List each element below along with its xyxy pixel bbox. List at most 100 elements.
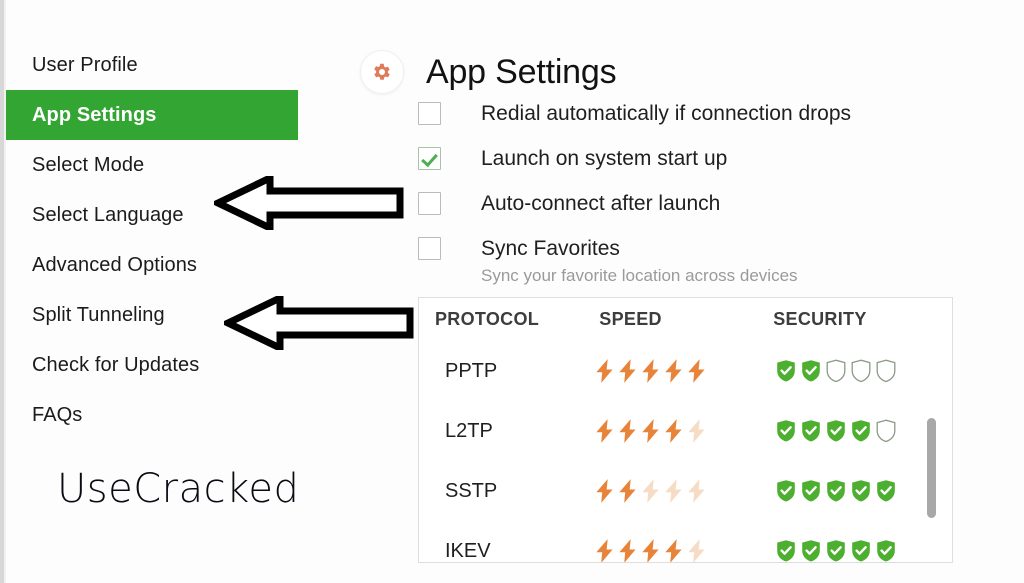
sidebar-nav: User Profile App Settings Select Mode Selec… [6,40,298,440]
checkbox-unchecked[interactable] [418,192,441,215]
speed-bolt-icon-filled [619,539,636,562]
security-shield-icon-filled [852,420,871,442]
sidebar-item-select-mode[interactable]: Select Mode [6,140,298,190]
sidebar-item-label: Advanced Options [32,253,198,276]
option-row-redial-automatically-if-connection-drops[interactable]: Redial automatically if connection drops [418,91,1018,136]
table-scrollbar-thumb[interactable] [927,418,936,518]
speed-bolt-icon-filled [665,359,682,383]
sidebar-item-label: Check for Updates [32,353,200,376]
security-shield-icon-filled [827,540,846,562]
sidebar-item-check-for-updates[interactable]: Check for Updates [6,340,298,390]
sidebar-item-label: Select Language [32,203,184,226]
checkbox-unchecked[interactable] [418,237,441,260]
app-window: User Profile App Settings Select Mode Selec… [0,0,1024,583]
cell-protocol: L2TP [445,419,493,442]
option-row-auto-connect-after-launch[interactable]: Auto-connect after launch [418,181,1018,226]
speed-bolt-icon-filled [642,539,659,562]
security-shield-icon-filled [802,480,821,502]
security-shield-icon-filled [802,540,821,562]
cell-security-rating [775,359,952,383]
option-label: Redial automatically if connection drops [481,101,852,125]
speed-bolt-icon-empty [665,479,682,503]
speed-bolt-icon-empty [688,479,705,503]
sidebar-item-app-settings[interactable]: App Settings [6,90,298,140]
protocol-table-panel: PROTOCOL SPEED SECURITY PPTP L2TP SSTP IKEV [418,297,953,563]
cell-speed-rating [594,478,775,504]
sidebar-item-split-tunneling[interactable]: Split Tunneling [6,290,298,340]
security-shield-icon-filled [802,360,821,382]
speed-bolt-icon-filled [665,539,682,562]
column-header-security: SECURITY [773,309,867,329]
table-row[interactable]: L2TP [419,401,952,461]
security-shield-icon-filled [852,540,871,562]
speed-bolt-icon-filled [619,359,636,383]
cell-protocol: IKEV [445,539,491,562]
cell-security-rating [775,419,952,443]
security-shield-icon-filled [777,480,796,502]
table-row[interactable]: PPTP [419,341,952,401]
option-row-sync-favorites[interactable]: Sync Favorites [418,226,1018,271]
column-header-protocol: PROTOCOL [435,309,540,329]
speed-bolt-icon-empty [688,539,705,562]
speed-bolt-icon-filled [619,419,636,443]
option-label: Auto-connect after launch [481,191,721,215]
security-shield-icon-filled [877,540,896,562]
sidebar-item-label: Select Mode [32,153,145,176]
security-shield-icon-filled [777,360,796,382]
security-shield-icon-empty [826,359,846,383]
gear-icon-glyph [374,63,390,80]
speed-bolt-icon-filled [596,359,613,383]
cell-security-rating [775,539,952,562]
sidebar-item-label: User Profile [32,53,138,76]
sidebar-item-user-profile[interactable]: User Profile [6,40,298,90]
column-header-speed: SPEED [599,309,662,329]
security-shield-icon-filled [802,420,821,442]
cell-speed-rating [594,418,775,444]
speed-bolt-icon-filled [596,479,613,503]
sidebar-item-label: App Settings [32,103,157,126]
security-shield-icon-empty [876,419,896,443]
cell-speed-rating [594,358,775,384]
speed-bolt-icon-filled [596,539,613,562]
speed-bolt-icon-filled [665,419,682,443]
watermark-text: UseCracked [57,466,300,512]
sidebar-item-label: Split Tunneling [32,303,165,326]
cell-protocol: PPTP [445,359,498,382]
table-scrollbar-track[interactable] [927,338,944,554]
speed-bolt-icon-empty [642,479,659,503]
protocol-table-header: PROTOCOL SPEED SECURITY [419,298,952,341]
speed-bolt-icon-filled [642,359,659,383]
security-shield-icon-filled [852,480,871,502]
cell-protocol: SSTP [445,479,498,502]
checkbox-unchecked[interactable] [418,102,441,125]
sidebar-item-faqs[interactable]: FAQs [6,390,298,440]
speed-bolt-icon-empty [688,419,705,443]
speed-bolt-icon-filled [619,479,636,503]
speed-bolt-icon-filled [642,419,659,443]
security-shield-icon-empty [876,359,896,383]
sidebar-item-label: FAQs [32,403,83,426]
security-shield-icon-empty [851,359,871,383]
cell-security-rating [775,479,952,503]
checkbox-checked[interactable] [418,147,441,170]
main-content: App Settings Redial automatically if con… [360,0,1024,583]
settings-option-list: Redial automatically if connection drops… [418,91,1018,286]
protocol-table-body: PPTP L2TP SSTP IKEV [419,341,952,562]
option-row-launch-on-system-start-up[interactable]: Launch on system start up [418,136,1018,181]
option-label: Sync Favorites [481,236,620,260]
option-description: Sync your favorite location across devic… [481,266,798,285]
sidebar-item-advanced-options[interactable]: Advanced Options [6,240,298,290]
sidebar-item-select-language[interactable]: Select Language [6,190,298,240]
gear-icon [360,49,404,94]
security-shield-icon-filled [827,480,846,502]
security-shield-icon-filled [777,540,796,562]
page-title: App Settings [426,52,617,91]
table-row[interactable]: SSTP [419,461,952,521]
security-shield-icon-filled [877,480,896,502]
security-shield-icon-filled [777,420,796,442]
cell-speed-rating [594,538,775,562]
speed-bolt-icon-filled [688,359,705,383]
table-row[interactable]: IKEV [419,521,952,562]
security-shield-icon-filled [827,420,846,442]
speed-bolt-icon-filled [596,419,613,443]
